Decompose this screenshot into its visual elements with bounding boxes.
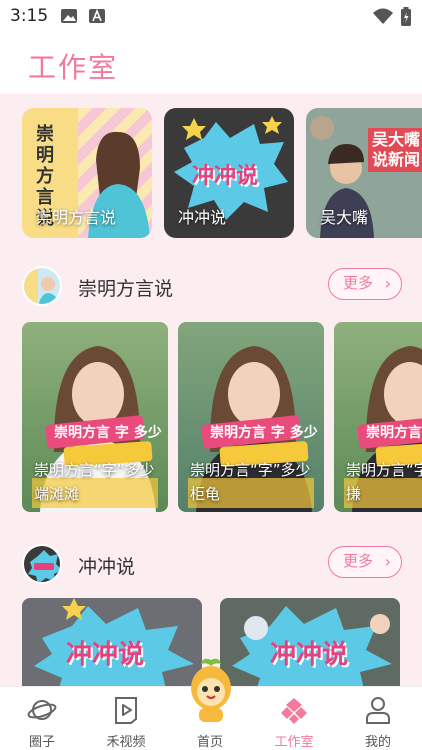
- video-card[interactable]: 崇明方言 字 多少 崇明方言“字”多少 端滩滩: [22, 322, 168, 512]
- tab-mine[interactable]: 我的: [336, 687, 420, 750]
- chevron-right-icon: ›: [384, 552, 391, 571]
- tab-label: 工作室: [274, 735, 314, 750]
- avatar: [22, 266, 62, 306]
- more-button[interactable]: 更多 ›: [328, 268, 402, 300]
- page-title: 工作室: [28, 51, 119, 84]
- video-title: 崇明方言“字”多少 柜龟: [190, 461, 311, 503]
- person-icon: [366, 697, 390, 724]
- mascot-icon[interactable]: [183, 656, 239, 726]
- section-title: 崇明方言说: [78, 278, 174, 300]
- more-button[interactable]: 更多 ›: [328, 546, 402, 578]
- gallery-notification-icon: [61, 9, 77, 23]
- section-header-chongming: 崇明方言说 更多 ›: [0, 262, 422, 312]
- channel-card-chongchong[interactable]: 冲冲说 冲冲说: [164, 108, 294, 238]
- channel-card-label: 冲冲说: [178, 208, 227, 227]
- tab-video[interactable]: 禾视频: [84, 687, 168, 750]
- page-header: 工作室: [0, 32, 422, 94]
- status-time: 3:15: [10, 6, 49, 26]
- video-overlay-text: 崇明方言 字 多少: [210, 425, 318, 441]
- channel-card-label: 吴大嘴: [320, 208, 369, 227]
- channel-poster-text: 吴大嘴 说新闻: [368, 128, 422, 172]
- avatar: [22, 544, 62, 584]
- video-card[interactable]: 冲冲说: [22, 598, 202, 686]
- avatar-image: [24, 268, 60, 304]
- play-icon: [115, 697, 137, 724]
- tab-label: 圈子: [28, 735, 55, 750]
- battery-icon: [401, 7, 411, 26]
- tab-label: 我的: [364, 735, 391, 750]
- status-bar: 3:15: [0, 0, 422, 32]
- tab-studio[interactable]: 工作室: [252, 687, 336, 750]
- video-overlay-text: 崇明方言 字 多少: [366, 425, 422, 441]
- wifi-icon: [373, 8, 393, 24]
- chevron-right-icon: ›: [384, 274, 391, 293]
- tab-label: 首页: [196, 735, 223, 750]
- video-card[interactable]: 冲冲说: [220, 598, 400, 686]
- video-title: 崇明方言“字”多少 搛: [346, 461, 422, 503]
- channel-card-chongming[interactable]: 崇明方言说 崇明方言说: [22, 108, 152, 238]
- section-title: 冲冲说: [78, 556, 136, 578]
- tab-circle[interactable]: 圈子: [0, 687, 84, 750]
- channel-card-label: 崇明方言说: [36, 208, 117, 227]
- tab-label: 禾视频: [106, 735, 146, 750]
- video-overlay-text: 冲冲说: [66, 640, 145, 670]
- video-title: 崇明方言“字”多少 端滩滩: [34, 461, 155, 503]
- planet-icon: [27, 700, 57, 720]
- app-notification-icon: [89, 8, 105, 23]
- video-overlay-text: 崇明方言 字 多少: [54, 425, 162, 441]
- avatar-image: [28, 550, 60, 582]
- video-overlay-text: 冲冲说: [270, 640, 349, 670]
- video-card[interactable]: 崇明方言 字 多少 崇明方言“字”多少 柜龟: [178, 322, 324, 512]
- section-header-chongchong: 冲冲说 更多 ›: [0, 540, 422, 590]
- more-button-label: 更多: [343, 274, 374, 292]
- more-button-label: 更多: [343, 552, 374, 570]
- studio-content[interactable]: 崇明方言说 崇明方言说 冲冲说 冲冲说 吴大嘴 说新闻 吴大嘴 崇明方言说 更多…: [0, 94, 422, 686]
- studio-icon: [281, 698, 307, 724]
- channel-card-wudazui[interactable]: 吴大嘴 说新闻 吴大嘴: [306, 108, 422, 238]
- video-card[interactable]: 崇明方言 字 多少 崇明方言“字”多少 搛: [334, 322, 422, 512]
- channel-poster-text: 冲冲说: [192, 164, 259, 189]
